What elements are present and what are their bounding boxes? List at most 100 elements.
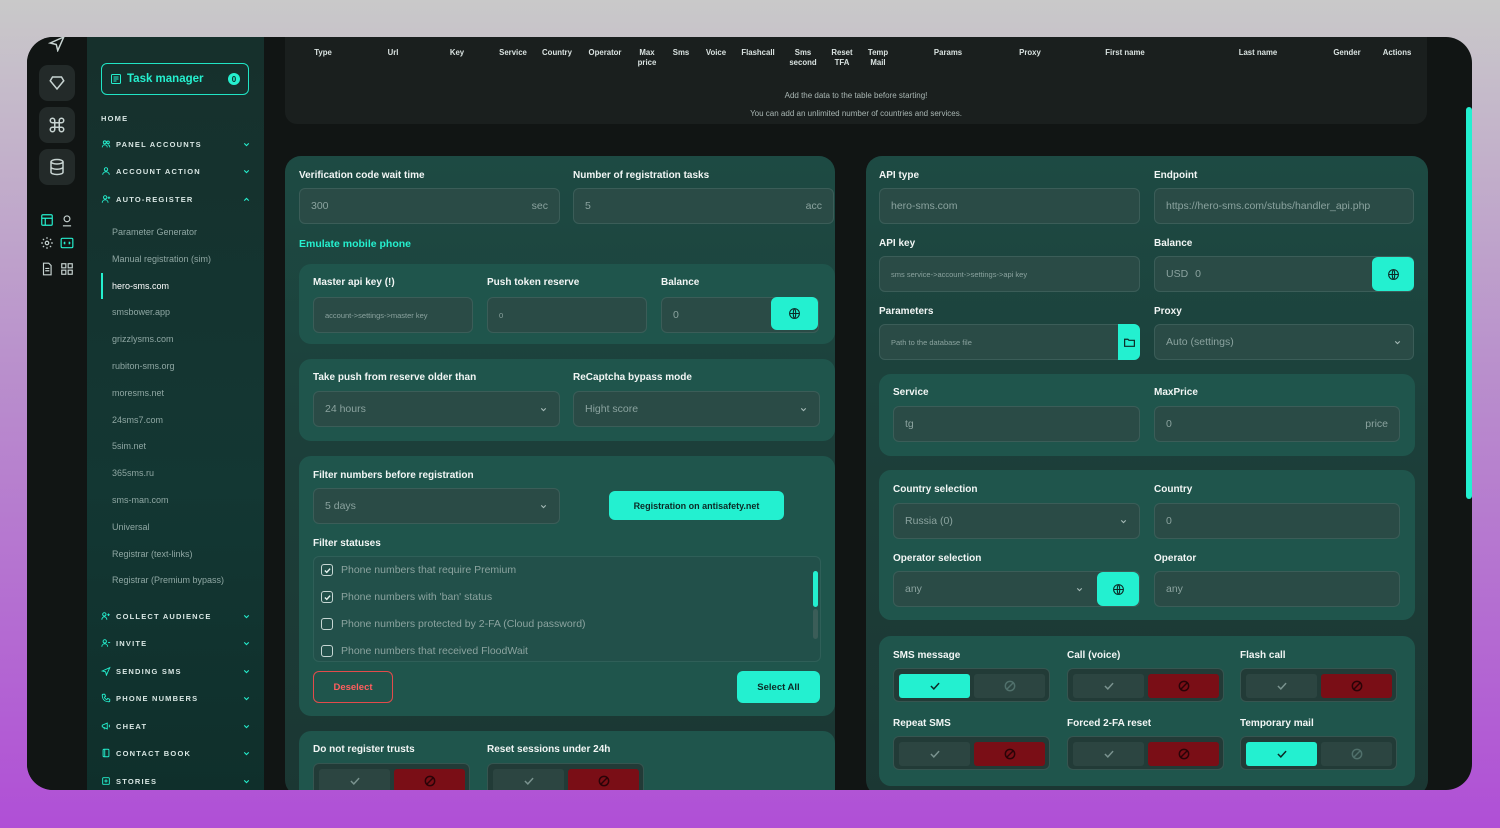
gear-icon[interactable]	[40, 236, 54, 250]
table-header-cell[interactable]: Params	[918, 48, 978, 58]
page-scrollbar[interactable]	[1466, 107, 1472, 499]
list-scrollbar[interactable]	[813, 571, 818, 607]
sidebar-sub-item[interactable]: 5sim.net	[112, 441, 146, 451]
table-header-cell[interactable]: First name	[1095, 48, 1155, 58]
sidebar-sub-item[interactable]: Manual registration (sim)	[112, 254, 211, 264]
reset-sessions-toggle[interactable]	[487, 763, 644, 790]
filter-status-item[interactable]: Phone numbers that require Premium	[321, 564, 516, 576]
sidebar-sub-item[interactable]: 365sms.ru	[112, 468, 154, 478]
table-header-cell[interactable]: Url	[363, 48, 423, 58]
master-key-input[interactable]: account->settings->master key	[313, 297, 473, 333]
sidebar-section-invite[interactable]: INVITE	[101, 635, 251, 651]
task-manager-button[interactable]: Task manager 0	[101, 63, 249, 95]
right-balance-refresh-button[interactable]	[1372, 257, 1414, 291]
country-select[interactable]: Russia (0)	[893, 503, 1140, 539]
option-toggle[interactable]	[1240, 668, 1397, 702]
command-icon[interactable]	[39, 107, 75, 143]
endpoint-input[interactable]: https://hero-sms.com/stubs/handler_api.p…	[1154, 188, 1414, 224]
wait-time-input[interactable]: 300 sec	[299, 188, 560, 224]
toggle-yes[interactable]	[1246, 742, 1317, 766]
toggle-yes[interactable]	[1073, 742, 1144, 766]
table-header-cell[interactable]: Actions	[1367, 48, 1427, 58]
toggle-yes[interactable]	[899, 742, 970, 766]
push-older-select[interactable]: 24 hours	[313, 391, 560, 427]
sidebar-sub-item[interactable]: rubiton-sms.org	[112, 361, 175, 371]
sidebar-section-auto-register[interactable]: AUTO-REGISTER	[101, 191, 251, 207]
toggle-no[interactable]	[974, 742, 1045, 766]
toggle-no[interactable]	[568, 769, 639, 790]
option-toggle[interactable]	[893, 736, 1050, 770]
sidebar-sub-item[interactable]: grizzlysms.com	[112, 334, 174, 344]
toggle-yes[interactable]	[319, 769, 390, 790]
sidebar-section-cheat[interactable]: CHEAT	[101, 718, 251, 734]
table-header-cell[interactable]: Last name	[1228, 48, 1288, 58]
filter-status-item[interactable]: Phone numbers protected by 2-FA (Cloud p…	[321, 618, 586, 630]
filter-status-item[interactable]: Phone numbers with 'ban' status	[321, 591, 492, 603]
api-type-input[interactable]: hero-sms.com	[879, 188, 1140, 224]
table-header-cell[interactable]: Proxy	[1000, 48, 1060, 58]
sidebar-item-home[interactable]: HOME	[101, 110, 251, 126]
deselect-button[interactable]: Deselect	[313, 671, 393, 703]
table-header-cell[interactable]: Temp Mail	[848, 48, 908, 68]
proxy-select[interactable]: Auto (settings)	[1154, 324, 1414, 360]
toggle-no[interactable]	[1321, 674, 1392, 698]
checkbox-unchecked[interactable]	[321, 645, 333, 657]
operator-refresh-button[interactable]	[1097, 572, 1139, 606]
database-icon[interactable]	[39, 149, 75, 185]
sidebar-sub-item[interactable]: 24sms7.com	[112, 415, 163, 425]
sidebar-sub-item[interactable]: Universal	[112, 522, 150, 532]
sidebar-sub-item[interactable]: Registrar (Premium bypass)	[112, 575, 224, 585]
toggle-no[interactable]	[974, 674, 1045, 698]
max-price-input[interactable]: 0 price	[1154, 406, 1400, 442]
emulate-mobile-link[interactable]: Emulate mobile phone	[299, 238, 411, 250]
option-toggle[interactable]	[1067, 736, 1224, 770]
sidebar-sub-item[interactable]: sms-man.com	[112, 495, 169, 505]
diamond-icon[interactable]	[39, 65, 75, 101]
operator-input[interactable]: any	[1154, 571, 1400, 607]
select-all-button[interactable]: Select All	[737, 671, 820, 703]
left-balance-refresh-button[interactable]	[771, 297, 818, 330]
antisafety-registration-button[interactable]: Registration on antisafety.net	[609, 491, 784, 520]
option-toggle[interactable]	[893, 668, 1050, 702]
toggle-no[interactable]	[1321, 742, 1392, 766]
toggle-no[interactable]	[394, 769, 465, 790]
filter-numbers-select[interactable]: 5 days	[313, 488, 560, 524]
sidebar-section-panel-accounts[interactable]: PANEL ACCOUNTS	[101, 136, 251, 152]
sidebar-sub-item[interactable]: hero-sms.com	[112, 281, 169, 291]
document-icon[interactable]	[40, 262, 54, 276]
browse-folder-button[interactable]	[1118, 324, 1140, 360]
sidebar-section-contact-book[interactable]: CONTACT BOOK	[101, 745, 251, 761]
code-window-icon[interactable]	[60, 236, 74, 250]
toggle-no[interactable]	[1148, 674, 1219, 698]
toggle-yes[interactable]	[493, 769, 564, 790]
toggle-yes[interactable]	[899, 674, 970, 698]
location-icon[interactable]	[60, 213, 74, 227]
option-toggle[interactable]	[1240, 736, 1397, 770]
tasks-input[interactable]: 5 acc	[573, 188, 834, 224]
report-icon[interactable]	[40, 213, 54, 227]
sidebar-section-stories[interactable]: STORIES	[101, 773, 251, 789]
grid-icon[interactable]	[60, 262, 74, 276]
checkbox-unchecked[interactable]	[321, 618, 333, 630]
service-input[interactable]: tg	[893, 406, 1140, 442]
sidebar-section-account-action[interactable]: ACCOUNT ACTION	[101, 163, 251, 179]
checkbox-checked[interactable]	[321, 591, 333, 603]
sidebar-sub-item[interactable]: smsbower.app	[112, 307, 170, 317]
table-header-cell[interactable]: Type	[293, 48, 353, 58]
push-reserve-input[interactable]: 0	[487, 297, 647, 333]
no-trusts-toggle[interactable]	[313, 763, 470, 790]
send-icon[interactable]	[39, 37, 75, 61]
sidebar-section-sending-sms[interactable]: SENDING SMS	[101, 663, 251, 679]
toggle-no[interactable]	[1148, 742, 1219, 766]
toggle-yes[interactable]	[1246, 674, 1317, 698]
table-header-cell[interactable]: Key	[427, 48, 487, 58]
sidebar-section-collect-audience[interactable]: COLLECT AUDIENCE	[101, 608, 251, 624]
sidebar-sub-item[interactable]: Parameter Generator	[112, 227, 197, 237]
option-toggle[interactable]	[1067, 668, 1224, 702]
api-key-input[interactable]: sms service->account->settings->api key	[879, 256, 1140, 292]
toggle-yes[interactable]	[1073, 674, 1144, 698]
filter-status-item[interactable]: Phone numbers that received FloodWait	[321, 645, 528, 657]
sidebar-section-phone-numbers[interactable]: PHONE NUMBERS	[101, 690, 251, 706]
country-input[interactable]: 0	[1154, 503, 1400, 539]
parameters-input[interactable]: Path to the database file	[879, 324, 1140, 360]
